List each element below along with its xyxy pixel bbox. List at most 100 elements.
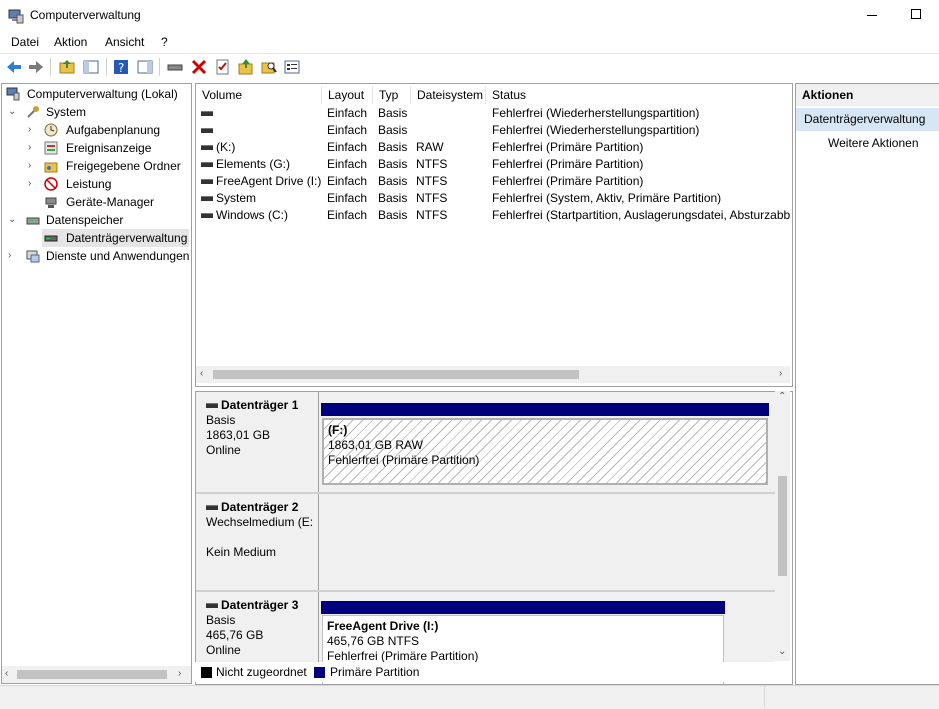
partition-f[interactable]: (F:) 1863,01 GB RAW Fehlerfrei (Primäre … [322,418,768,485]
menu-help[interactable]: ? [161,35,168,49]
table-cell: Basis [378,123,408,137]
menu-datei[interactable]: Datei [11,35,39,49]
disk-2-info[interactable]: Datenträger 2 Wechselmedium (E: Kein Med… [196,494,319,590]
table-cell: Basis [378,174,408,188]
table-cell: Fehlerfrei (Primäre Partition) [492,157,644,171]
tree-horizontal-scrollbar[interactable]: ‹ › [1,666,192,684]
volume-icon [201,213,213,219]
column-header-layout[interactable]: Layout [322,86,373,104]
connect-icon[interactable] [166,58,184,76]
disk-1-info[interactable]: Datenträger 1 Basis 1863,01 GB Online [196,392,319,492]
settings-icon[interactable] [283,58,301,76]
table-cell: Basis [378,106,408,120]
menu-aktion[interactable]: Aktion [54,35,87,49]
disk-2-state: Kein Medium [206,545,277,559]
tree-label-geraete-manager: Geräte-Manager [66,195,155,209]
tree-label-leistung: Leistung [66,177,112,191]
volume-icon [201,111,213,117]
tree-label-datenspeicher: Datenspeicher [46,213,124,227]
table-row[interactable]: Elements (G:) Einfach Basis NTFS Fehlerfrei … [196,156,790,173]
actions-item-datentraegerverwaltung[interactable]: Datenträgerverwaltung [796,108,939,131]
legend-label-primary: Primäre Partition [330,665,420,679]
delete-icon[interactable] [190,58,208,76]
table-cell: Einfach [327,140,368,154]
chevron-right-icon[interactable]: › [28,121,38,139]
scroll-thumb[interactable] [17,670,167,679]
tree-item-datentraegerverwaltung[interactable]: Datenträgerverwaltung [42,229,189,247]
partition-i-status: Fehlerfrei (Primäre Partition) [327,649,479,663]
tree-item-ereignisanzeige[interactable]: › Ereignisanzeige [28,139,188,157]
properties-pane-icon[interactable] [136,58,154,76]
volume-name: Elements (G:) [216,157,291,171]
menu-ansicht[interactable]: Ansicht [105,35,144,49]
volume-list-horizontal-scrollbar[interactable]: ‹ › [196,366,790,383]
tree-item-aufgabenplanung[interactable]: › Aufgabenplanung [28,121,188,139]
chevron-right-icon[interactable]: › [28,157,38,175]
column-header-status[interactable]: Status [486,86,790,104]
scroll-left-icon[interactable]: ‹ [200,368,203,379]
actions-more[interactable]: Weitere Aktionen [828,136,919,150]
table-cell: NTFS [416,157,448,171]
scroll-down-icon[interactable]: ⌄ [778,646,786,657]
forward-icon[interactable] [27,58,45,76]
chevron-right-icon[interactable]: › [28,175,38,193]
tree-root[interactable]: Computerverwaltung (Lokal) [6,85,191,103]
disk-graphical-view: Datenträger 1 Basis 1863,01 GB Online (F… [195,391,793,685]
tree-label-ereignisanzeige: Ereignisanzeige [66,141,152,155]
disk-management-icon [44,235,58,242]
table-row[interactable]: Einfach Basis Fehlerfrei (Wiederherstellun… [196,122,790,139]
properties-icon[interactable] [213,58,231,76]
tree-item-freigegebene-ordner[interactable]: › Freigegebene Ordner [28,157,188,175]
partition-f-status: Fehlerfrei (Primäre Partition) [328,453,480,467]
disk-3-name: Datenträger 3 [221,598,299,612]
table-row[interactable]: (K:) Einfach Basis RAW Fehlerfrei (Primäre P… [196,139,790,156]
scroll-left-icon[interactable]: ‹ [5,668,8,679]
chevron-right-icon[interactable]: › [28,139,38,157]
scroll-thumb[interactable] [213,370,579,379]
scroll-right-icon[interactable]: › [779,368,782,379]
table-row[interactable]: Windows (C:) Einfach Basis NTFS Fehlerfrei (… [196,207,790,224]
table-cell: Elements (G:) [201,156,321,173]
chevron-down-icon[interactable]: ⌄ [8,211,18,229]
volume-name: System [216,191,257,205]
scroll-thumb[interactable] [778,476,787,576]
table-cell: Windows (C:) [201,207,321,224]
column-header-typ[interactable]: Typ [373,86,411,104]
table-row[interactable]: FreeAgent Drive (I:) Einfach Basis NTFS Fehl… [196,173,790,190]
disk-1-type: Basis [206,413,236,427]
scroll-up-icon[interactable]: ⌃ [778,391,786,402]
chevron-right-icon[interactable]: › [8,247,18,265]
column-header-dateisystem[interactable]: Dateisystem [411,86,486,104]
table-row[interactable]: System Einfach Basis NTFS Fehlerfrei (System… [196,190,790,207]
legend-swatch-unallocated [201,667,212,678]
maximize-button[interactable] [893,0,939,31]
legend-swatch-primary [314,667,325,678]
table-cell: NTFS [416,174,448,188]
disk-3-type: Basis [206,613,236,627]
event-viewer-icon [44,141,58,155]
show-hide-tree-icon[interactable] [82,58,100,76]
table-row[interactable]: Einfach Basis Fehlerfrei (Wiederherstellun… [196,105,790,122]
volume-icon [201,145,213,151]
up-folder-icon[interactable] [58,58,76,76]
table-cell: Einfach [327,191,368,205]
column-header-volume[interactable]: Volume [196,86,322,104]
scroll-right-icon[interactable]: › [178,668,181,679]
disk-view-vertical-scrollbar[interactable]: ⌃ ⌄ [775,391,790,661]
tree-item-leistung[interactable]: › Leistung [28,175,188,193]
tree-item-dienste[interactable]: › Dienste und Anwendungen [8,247,189,265]
tree-item-geraete-manager[interactable]: Geräte-Manager [28,193,188,211]
tree-item-datenspeicher[interactable]: ⌄ Datenspeicher [8,211,188,229]
disk-icon [206,403,218,409]
search-icon[interactable] [260,58,278,76]
back-icon[interactable] [5,58,23,76]
chevron-down-icon[interactable]: ⌄ [8,103,18,121]
help-icon[interactable]: ? [112,58,130,76]
primary-partition-bar [321,403,769,416]
tree-item-system[interactable]: ⌄ System [8,103,188,121]
window-title: Computerverwaltung [30,8,141,22]
disk-icon [206,505,218,511]
import-icon[interactable] [237,58,255,76]
volume-name: Windows (C:) [216,208,289,222]
shared-folder-icon [44,162,58,173]
